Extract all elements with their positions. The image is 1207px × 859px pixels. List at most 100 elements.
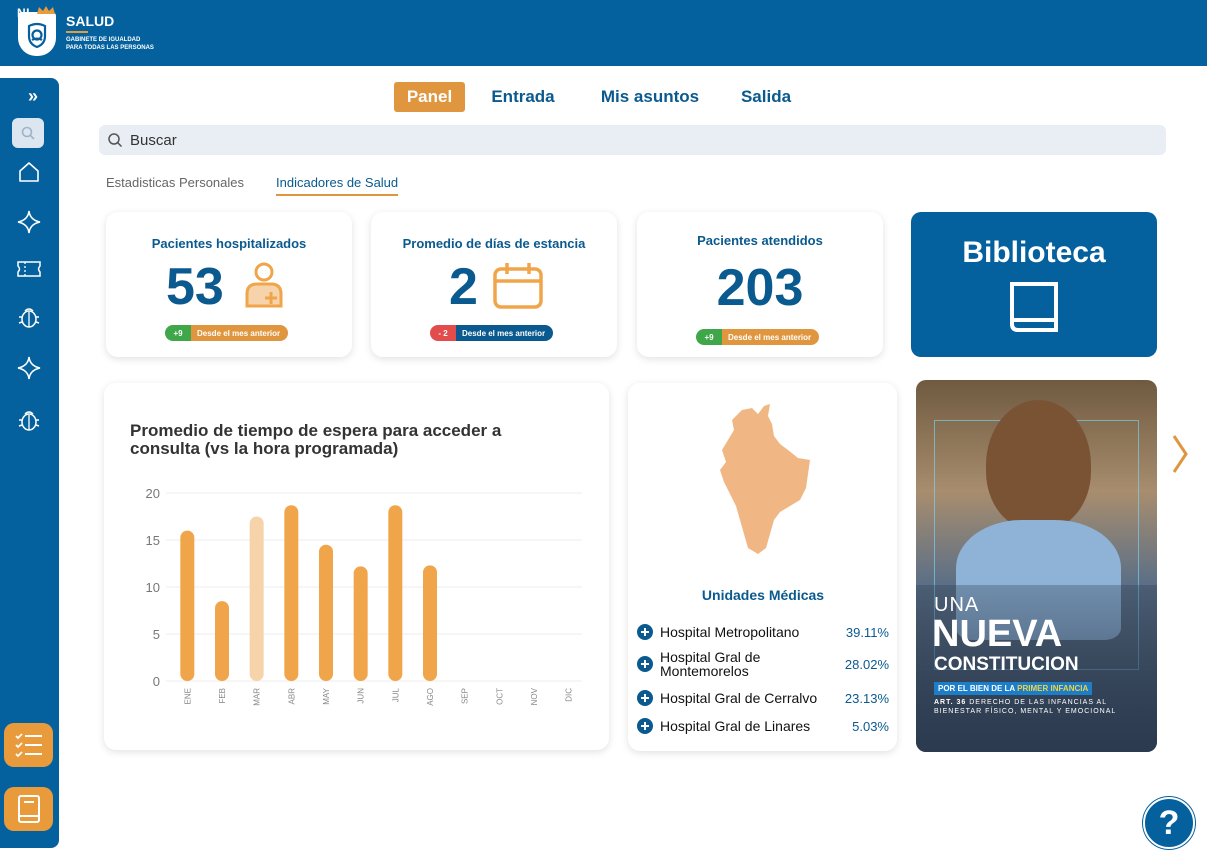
x-tick-label: JUL [391,687,400,702]
tab-mis-asuntos[interactable]: Mis asuntos [590,82,710,112]
home-icon [19,162,39,182]
hospital-pct: 39.11% [845,624,889,640]
x-tick-label: ENE [183,688,192,704]
hospital-pct: 28.02% [844,656,889,672]
subtab-indicadores[interactable]: Indicadores de Salud [276,175,399,196]
brand-subtitle-line1: GABINETE DE IGUALDAD [66,37,141,43]
y-tick-label: 10 [146,580,160,595]
biblioteca-title: Biblioteca [962,236,1106,269]
sidebar-item-home[interactable] [14,157,44,187]
x-tick-label: MAY [322,687,331,704]
y-tick-label: 0 [153,674,160,689]
plus-icon [637,656,653,672]
delta-badge: - 2 Desde el mes anterior [430,325,554,341]
y-tick-label: 15 [146,533,160,548]
hospital-row[interactable]: Hospital Gral de Linares 5.03% [637,718,889,734]
delta-label: Desde el mes anterior [191,325,289,341]
poster-ribbon: POR EL BIEN DE LA PRIMER INFANCIA [934,682,1093,695]
brand-subtitle: GABINETE DE IGUALDAD PARA TODAS LAS PERS… [66,36,186,52]
bar-may[interactable] [319,544,333,681]
x-tick-label: DIC [565,688,574,702]
x-tick-label: NOV [530,687,539,705]
brand-underline [66,31,88,33]
tab-entrada[interactable]: Entrada [480,82,566,112]
sidebar-search-button[interactable] [12,118,44,148]
hospital-row[interactable]: Hospital Gral de Montemorelos 28.02% [637,650,889,678]
hospital-row[interactable]: Hospital Metropolitano 39.11% [637,624,889,640]
sidebar-item-bug-2[interactable] [14,405,44,435]
plus-icon [637,624,653,640]
subtab-estadisticas[interactable]: Estadisticas Personales [106,175,244,190]
nuevo-leon-map-icon [720,404,810,554]
sparkle-icon [17,210,41,234]
delta-label: Desde el mes anterior [456,325,554,341]
bar-abr[interactable] [284,505,299,681]
chevron-right-icon[interactable] [1170,434,1190,474]
poster-line3: CONSTITUCION [934,654,1079,675]
sidebar-item-bug[interactable] [14,302,44,332]
plus-icon [637,718,653,734]
tab-salida[interactable]: Salida [732,82,800,112]
unidades-title: Unidades Médicas [701,587,825,603]
x-tick-label: ABR [287,688,296,705]
kpi-title: Promedio de días de estancia [402,236,586,251]
kpi-card-estancia: Promedio de días de estancia 2 - 2 Desde… [371,212,617,357]
checklist-icon [14,733,42,758]
y-tick-label: 20 [146,486,160,501]
bug-icon [18,411,40,431]
poster-ribbon-prefix: POR EL BIEN DE LA [938,684,1015,693]
bar-jul[interactable] [388,505,403,681]
delta-value: +9 [696,329,722,345]
x-tick-label: FEB [218,688,227,704]
poster-child-head [986,400,1091,530]
sidebar-item-sparkle-2[interactable] [14,353,44,383]
sidebar-item-ticket[interactable] [14,254,44,284]
chart-title: Promedio de tiempo de espera para accede… [130,421,502,458]
bar-jun[interactable] [353,566,368,681]
kpi-value: 203 [716,259,804,317]
search-input[interactable]: Buscar [99,125,1166,155]
x-tick-label: SEP [461,688,470,704]
kpi-value: 53 [166,258,224,316]
sidebar-book-button[interactable] [4,787,53,831]
logo-nl-text: NL [17,6,34,20]
bar-chart: 0 5 10 15 20 ENE FEB MAR ABR MAY JUN JUL AGO SEP OCT NO… [146,486,582,706]
delta-value: +9 [165,325,191,341]
kpi-title: Pacientes atendidos [697,233,823,248]
hospital-row[interactable]: Hospital Gral de Cerralvo 23.13% [637,690,889,706]
search-placeholder: Buscar [130,132,177,149]
book-icon [17,795,40,823]
biblioteca-card[interactable]: Biblioteca [911,212,1157,357]
poster-footer: ART. 36 DERECHO DE LAS INFANCIAS AL BIEN… [934,698,1144,716]
campaign-poster[interactable]: UNA NUEVA CONSTITUCION POR EL BIEN DE LA… [916,380,1157,752]
search-icon [21,126,35,140]
top-bar: NL SALUD GABINETE DE IGUALDAD PARA TODAS… [0,0,1207,66]
bar-ene[interactable] [180,530,195,681]
hospital-pct: 5.03% [852,718,889,734]
delta-badge: +9 Desde el mes anterior [165,325,289,341]
patient-plus-icon [245,262,283,308]
tab-panel[interactable]: Panel [394,82,465,112]
sidebar-item-sparkle[interactable] [14,207,44,237]
help-button[interactable]: ? [1143,797,1195,849]
hospital-name: Hospital Gral de Linares [660,718,811,734]
sidebar-checklist-button[interactable] [4,723,53,767]
bar-mar[interactable] [249,516,264,682]
hospital-pct: 23.13% [844,690,889,706]
hospital-name: Hospital Gral de Cerralvo [660,690,818,706]
chevrons-right-icon[interactable]: » [28,86,38,107]
bar-feb[interactable] [215,601,229,681]
crown-icon [37,6,55,14]
ticket-icon [17,261,41,277]
kpi-title: Pacientes hospitalizados [151,236,307,251]
bar-ago[interactable] [423,565,437,681]
delta-value: - 2 [430,325,456,341]
hospital-name: Hospital Metropolitano [660,624,800,640]
x-tick-label: OCT [495,688,504,705]
sidebar: » [0,78,59,848]
calendar-icon [493,263,543,309]
x-tick-label: AGO [426,688,435,706]
poster-ribbon-highlight: PRIMER INFANCIA [1017,684,1089,693]
bug-icon [18,308,40,328]
kpi-card-hospitalizados: Pacientes hospitalizados 53 +9 Desde el … [106,212,352,357]
